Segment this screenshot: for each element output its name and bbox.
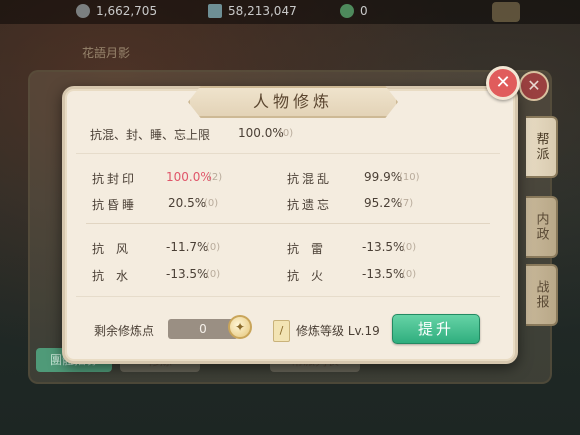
resource-bar: 1,662,705 58,213,047 0 bbox=[0, 0, 580, 24]
level-icon: / bbox=[273, 320, 290, 342]
resist-cap-label: 抗混、封、睡、忘上限 bbox=[90, 128, 211, 142]
remaining-points-label: 剩余修炼点 bbox=[94, 324, 155, 338]
divider bbox=[76, 153, 500, 154]
jade-icon bbox=[340, 4, 354, 18]
divider bbox=[76, 296, 500, 297]
stat-value-fire: -13.5% bbox=[362, 267, 405, 281]
stat-label-sleep: 抗昏睡 bbox=[92, 198, 138, 212]
coin-icon bbox=[76, 4, 90, 18]
stat-sub-seal: (2) bbox=[208, 172, 223, 183]
stat-value-seal: 100.0% bbox=[166, 170, 212, 184]
stat-value-sleep: 20.5% bbox=[168, 196, 207, 210]
tab-battle-report[interactable]: 战报 bbox=[526, 264, 558, 326]
jade-resource: 0 bbox=[340, 4, 368, 18]
stat-label-water: 抗 水 bbox=[92, 269, 129, 283]
mail-icon[interactable] bbox=[492, 2, 520, 22]
stat-sub-water: (0) bbox=[206, 269, 221, 280]
coin-amount: 1,662,705 bbox=[96, 4, 158, 18]
resist-cap-sub: (0) bbox=[279, 128, 294, 139]
stat-label-fire: 抗 火 bbox=[287, 269, 324, 283]
stat-sub-fire: (0) bbox=[402, 269, 417, 280]
stat-value-water: -13.5% bbox=[166, 267, 209, 281]
upgrade-button[interactable]: 提升 bbox=[392, 314, 480, 344]
close-icon: ✕ bbox=[495, 72, 511, 93]
stat-label-thunder: 抗 雷 bbox=[287, 242, 324, 256]
stat-sub-thunder: (0) bbox=[402, 242, 417, 253]
divider bbox=[86, 223, 490, 224]
stat-value-wind: -11.7% bbox=[166, 240, 209, 254]
tab-guild[interactable]: 帮派 bbox=[526, 116, 558, 178]
resist-cap-value: 100.0% bbox=[238, 126, 284, 140]
gem-amount: 58,213,047 bbox=[228, 4, 297, 18]
background-tab-title: 花語月影 bbox=[82, 46, 131, 60]
add-points-icon[interactable]: ✦ bbox=[228, 315, 252, 339]
stat-value-thunder: -13.5% bbox=[362, 240, 405, 254]
stat-label-forget: 抗遗忘 bbox=[287, 198, 333, 212]
gem-icon bbox=[208, 4, 222, 18]
stat-label-seal: 抗封印 bbox=[92, 172, 138, 186]
stat-sub-wind: (0) bbox=[206, 242, 221, 253]
stat-sub-chaos: (10) bbox=[399, 172, 420, 183]
stat-label-chaos: 抗混乱 bbox=[287, 172, 333, 186]
cultivation-level: 修炼等级 Lv.19 bbox=[296, 324, 380, 338]
background-close-icon[interactable]: ✕ bbox=[519, 71, 549, 101]
dialog-title: 人物修炼 bbox=[188, 86, 398, 118]
close-button[interactable]: ✕ bbox=[486, 66, 520, 100]
coin-resource: 1,662,705 bbox=[76, 4, 157, 18]
tab-internal-affairs[interactable]: 内政 bbox=[526, 196, 558, 258]
stat-value-forget: 95.2% bbox=[364, 196, 403, 210]
jade-amount: 0 bbox=[360, 4, 368, 18]
stat-label-wind: 抗 风 bbox=[92, 242, 129, 256]
stat-value-chaos: 99.9% bbox=[364, 170, 403, 184]
stat-sub-sleep: (0) bbox=[204, 198, 219, 209]
stat-sub-forget: (7) bbox=[399, 198, 414, 209]
gem-resource: 58,213,047 bbox=[208, 4, 297, 18]
